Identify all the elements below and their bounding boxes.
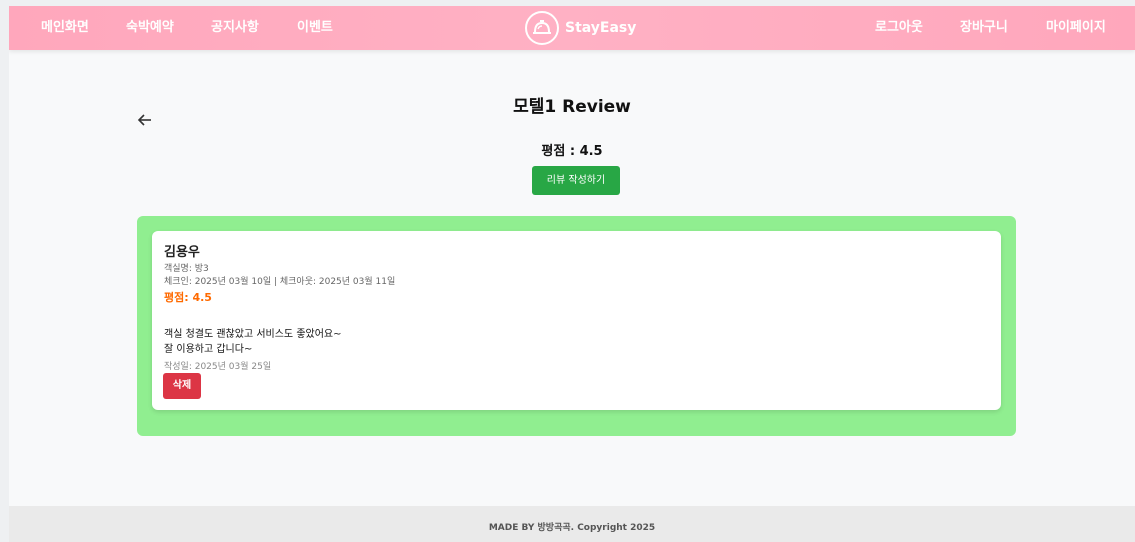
nav-link-cart[interactable]: 장바구니 (960, 6, 1008, 50)
footer: MADE BY 방방곡곡. Copyright 2025 (9, 506, 1135, 542)
review-written-date: 작성일: 2025년 03월 25일 (164, 362, 272, 372)
hotel-bell-icon (525, 11, 559, 45)
review-content-line: 객실 청결도 괜찮았고 서비스도 좋았어요~ (164, 329, 342, 340)
brand-name: StayEasy (565, 20, 637, 36)
rating-value: 4.5 (579, 144, 603, 159)
app-frame: 메인화면 숙박예약 공지사항 이벤트 StayEasy 로그아웃 장바구니 마이… (9, 6, 1135, 542)
top-navbar: 메인화면 숙박예약 공지사항 이벤트 StayEasy 로그아웃 장바구니 마이… (9, 6, 1135, 50)
brand-logo-link[interactable]: StayEasy (525, 9, 636, 47)
delete-review-button[interactable]: 삭제 (163, 373, 201, 399)
review-card: 김용우 객실명: 방3 체크인: 2025년 03월 10일 | 체크아웃: 2… (152, 231, 1001, 410)
rating-label: 평점 (541, 144, 566, 159)
review-rating: 평점: 4.5 (164, 291, 212, 304)
page-title: 모텔1 Review (513, 97, 631, 117)
review-author: 김용우 (164, 245, 200, 260)
review-content-line: 잘 이용하고 갑니다~ (164, 344, 253, 355)
average-rating: 평점 : 4.5 (9, 140, 1135, 159)
review-room-name: 객실명: 방3 (164, 264, 209, 274)
nav-link-logout[interactable]: 로그아웃 (875, 6, 923, 50)
write-review-button[interactable]: 리뷰 작성하기 (532, 166, 620, 195)
review-content: 객실 청결도 괜찮았고 서비스도 좋았어요~ 잘 이용하고 갑니다~ (164, 327, 342, 357)
nav-link-event[interactable]: 이벤트 (297, 6, 333, 50)
nav-link-notice[interactable]: 공지사항 (211, 6, 259, 50)
rating-separator: : (565, 144, 580, 159)
nav-link-home[interactable]: 메인화면 (41, 6, 89, 50)
nav-link-booking[interactable]: 숙박예약 (126, 6, 174, 50)
nav-link-mypage[interactable]: 마이페이지 (1046, 6, 1106, 50)
review-stay-dates: 체크인: 2025년 03월 10일 | 체크아웃: 2025년 03월 11일 (164, 277, 396, 287)
review-list-panel: 김용우 객실명: 방3 체크인: 2025년 03월 10일 | 체크아웃: 2… (137, 216, 1016, 436)
